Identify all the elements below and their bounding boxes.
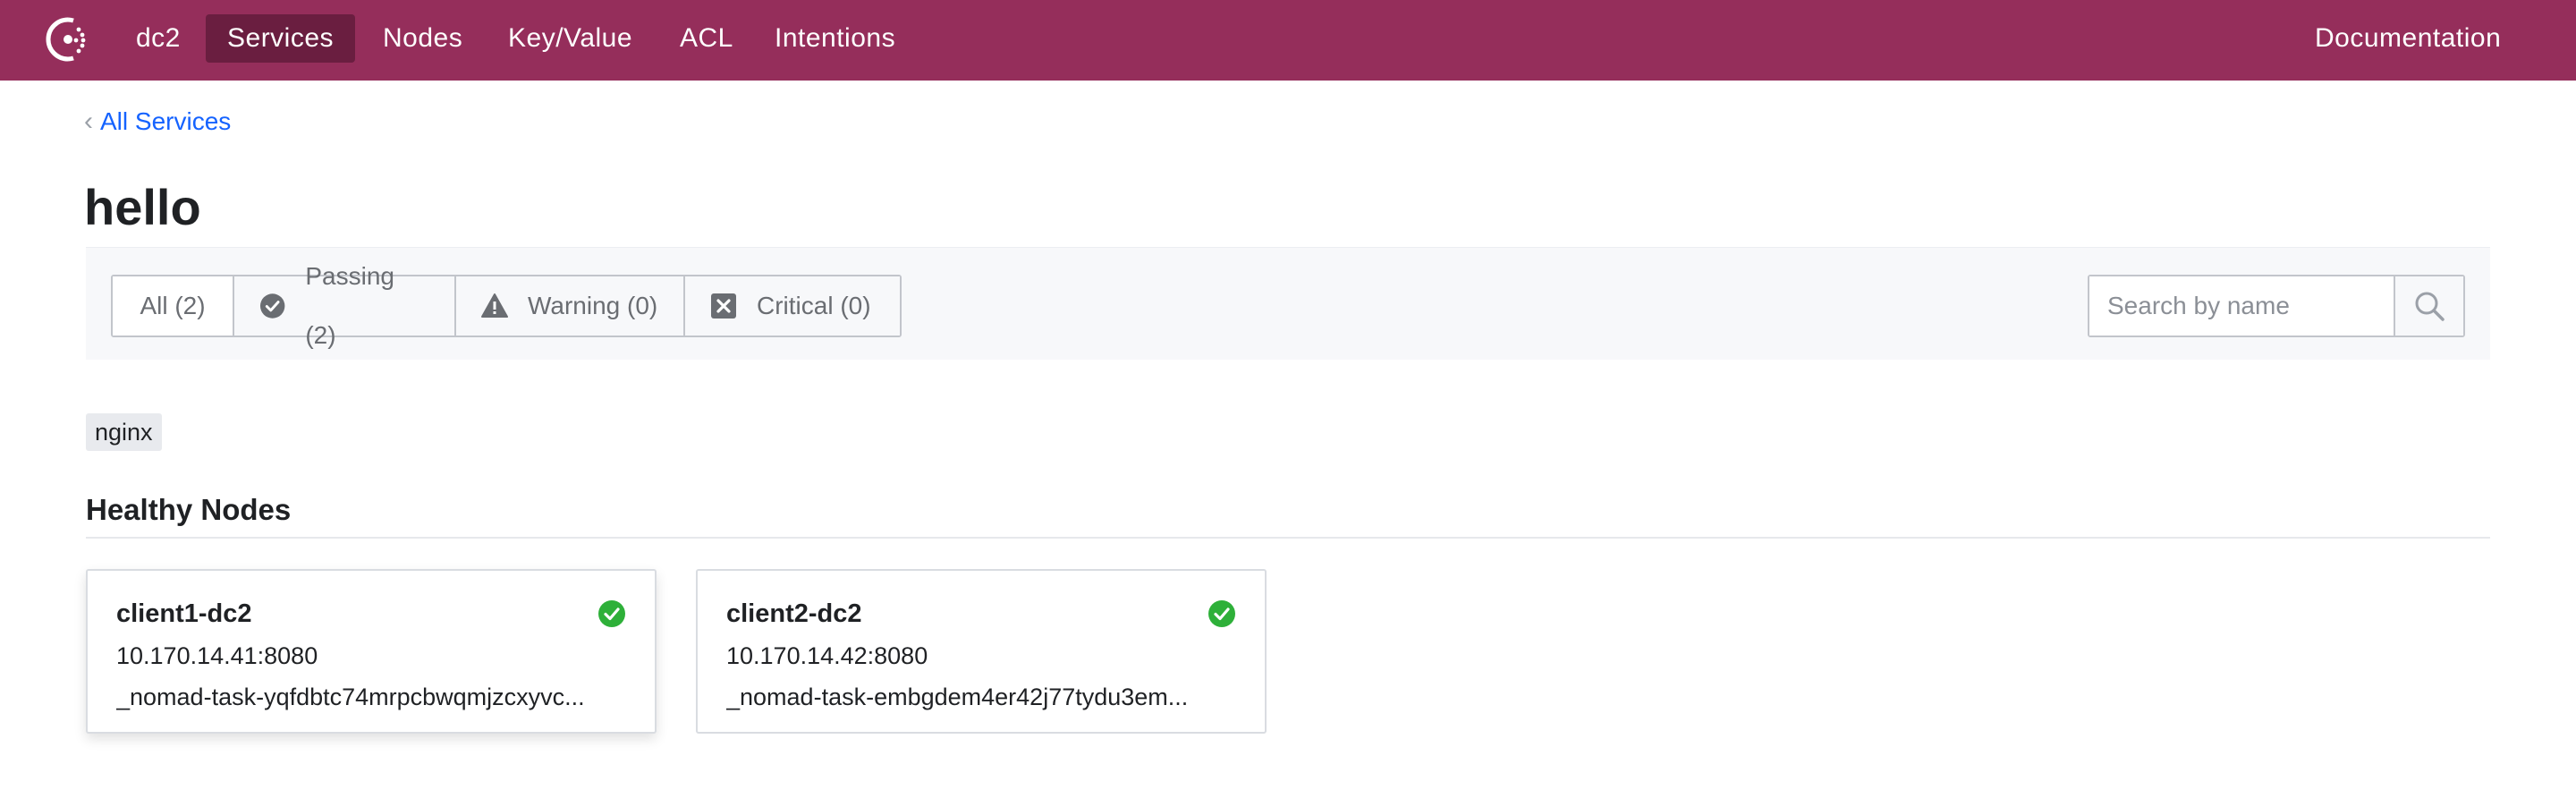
top-navigation-bar: dc2 Services Nodes Key/Value ACL Intenti… [0, 0, 2576, 81]
breadcrumb-all-services[interactable]: All Services [100, 107, 231, 135]
service-instance-id: _nomad-task-embgdem4er42j77tydu3em... [726, 684, 1189, 710]
nav-services[interactable]: Services [206, 14, 356, 63]
node-address: 10.170.14.41:8080 [116, 642, 318, 669]
check-circle-icon [259, 293, 285, 319]
breadcrumb[interactable]: ‹ All Services [84, 106, 231, 138]
health-filter-tabs: All (2) Passing (2) Warning (0) Critical… [111, 262, 902, 349]
service-instance-id: _nomad-task-yqfdbtc74mrpcbwqmjzcxyvc... [116, 684, 585, 710]
search-box [2088, 275, 2465, 337]
critical-x-icon [711, 293, 736, 319]
nav-key-value[interactable]: Key/Value [487, 14, 654, 63]
nav-intentions[interactable]: Intentions [753, 14, 917, 63]
consul-logo-icon[interactable] [41, 13, 95, 66]
search-icon [2415, 292, 2445, 321]
filter-tab-all[interactable]: All (2) [113, 276, 234, 336]
filter-tab-critical-label: Critical (0) [757, 292, 871, 319]
nav-nodes[interactable]: Nodes [361, 14, 484, 63]
nav-documentation[interactable]: Documentation [2293, 14, 2522, 63]
filter-tab-passing-label: Passing (2) [305, 262, 394, 349]
filter-tab-passing[interactable]: Passing (2) [234, 262, 456, 349]
node-name[interactable]: client2-dc2 [726, 598, 862, 630]
service-tag: nginx [86, 413, 162, 451]
node-address: 10.170.14.42:8080 [726, 642, 928, 669]
nav-acl[interactable]: ACL [658, 14, 755, 63]
filter-tab-warning[interactable]: Warning (0) [456, 276, 685, 336]
node-name[interactable]: client1-dc2 [116, 598, 252, 630]
datacenter-selector[interactable]: dc2 [114, 14, 202, 63]
filter-tab-warning-label: Warning (0) [528, 292, 658, 319]
filter-tab-all-label: All (2) [140, 292, 206, 319]
section-divider [86, 537, 2490, 539]
search-button[interactable] [2394, 276, 2463, 336]
node-card[interactable]: client1-dc2 10.170.14.41:8080 _nomad-tas… [86, 569, 657, 734]
node-card[interactable]: client2-dc2 10.170.14.42:8080 _nomad-tas… [696, 569, 1267, 734]
page-title: hello [84, 179, 201, 235]
warning-triangle-icon [481, 293, 508, 318]
passing-check-icon [1208, 600, 1235, 627]
chevron-left-icon: ‹ [84, 106, 93, 136]
filter-tab-critical[interactable]: Critical (0) [685, 276, 900, 336]
filter-bar: All (2) Passing (2) Warning (0) Critical… [86, 247, 2490, 360]
search-input[interactable] [2089, 276, 2394, 336]
passing-check-icon [598, 600, 625, 627]
healthy-nodes-heading: Healthy Nodes [86, 493, 292, 526]
